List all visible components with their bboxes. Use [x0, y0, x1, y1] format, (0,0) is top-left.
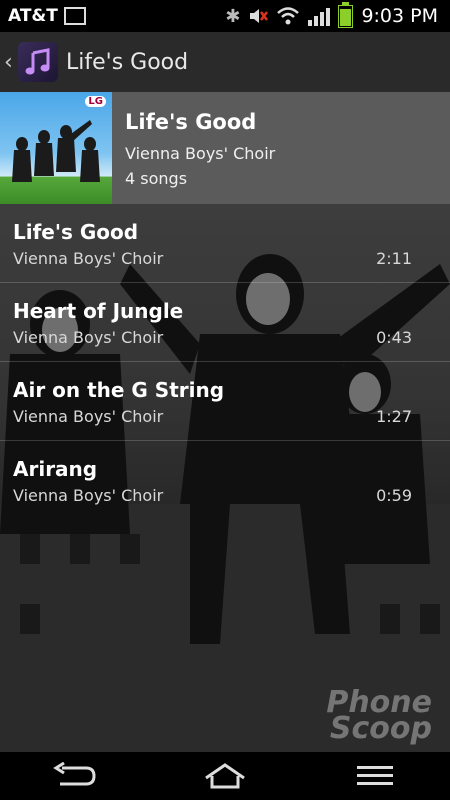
song-title: Arirang	[13, 457, 98, 481]
wifi-icon	[277, 7, 300, 25]
song-list: Life's Good Vienna Boys' Choir 2:11 Hear…	[0, 204, 450, 519]
back-icon	[53, 762, 96, 786]
album-artist: Vienna Boys' Choir	[125, 144, 276, 163]
menu-icon	[357, 766, 393, 785]
song-duration: 1:27	[376, 407, 412, 426]
phonescoop-watermark: Phone Scoop	[326, 688, 432, 746]
song-row[interactable]: Life's Good Vienna Boys' Choir 2:11	[0, 204, 450, 283]
song-duration: 0:59	[376, 486, 412, 505]
song-title: Air on the G String	[13, 378, 225, 402]
music-note-icon	[25, 48, 50, 75]
navigation-bar	[0, 752, 450, 800]
song-title: Life's Good	[13, 220, 139, 244]
back-chevron-icon[interactable]: ‹	[4, 50, 16, 75]
song-artist: Vienna Boys' Choir	[13, 249, 164, 268]
menu-button[interactable]	[345, 756, 405, 796]
song-row[interactable]: Air on the G String Vienna Boys' Choir 1…	[0, 362, 450, 441]
song-artist: Vienna Boys' Choir	[13, 328, 164, 347]
song-duration: 2:11	[376, 249, 412, 268]
music-app-icon[interactable]	[18, 42, 58, 82]
song-row[interactable]: Arirang Vienna Boys' Choir 0:59	[0, 441, 450, 519]
carrier-label: AT&T	[8, 6, 58, 26]
bluetooth-icon: ✱	[225, 5, 241, 27]
watermark-line-2: Scoop	[329, 711, 432, 746]
album-art[interactable]: LG	[0, 92, 112, 204]
song-duration: 0:43	[376, 328, 412, 347]
album-title: Life's Good	[125, 110, 257, 134]
album-song-count: 4 songs	[125, 169, 188, 188]
mute-icon	[250, 9, 269, 23]
clock: 9:03 PM	[361, 5, 438, 27]
battery-icon	[338, 1, 354, 28]
back-button[interactable]	[45, 756, 105, 796]
song-title: Heart of Jungle	[13, 299, 184, 323]
page-title: Life's Good	[66, 49, 189, 75]
home-button[interactable]	[195, 756, 255, 796]
song-artist: Vienna Boys' Choir	[13, 407, 164, 426]
signal-icon	[308, 6, 331, 26]
home-icon	[205, 763, 245, 789]
album-header: LG Life's Good Vienna Boys' Choir 4 song…	[0, 92, 450, 204]
image-icon	[63, 7, 86, 25]
status-bar: AT&T ✱ 9:03 PM	[0, 0, 450, 32]
app-bar: ‹ Life's Good	[0, 32, 450, 93]
song-row[interactable]: Heart of Jungle Vienna Boys' Choir 0:43	[0, 283, 450, 362]
song-artist: Vienna Boys' Choir	[13, 486, 164, 505]
